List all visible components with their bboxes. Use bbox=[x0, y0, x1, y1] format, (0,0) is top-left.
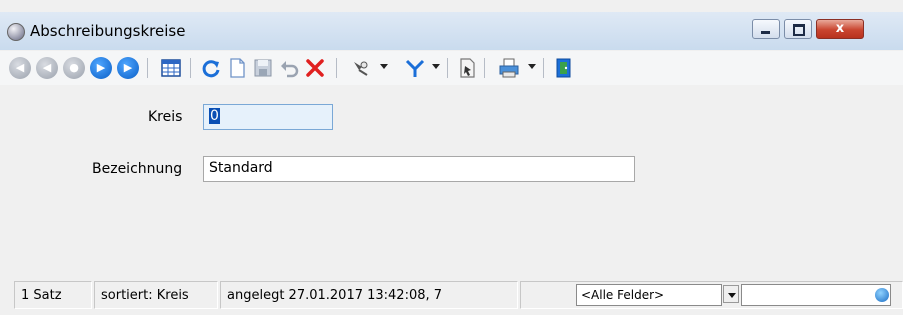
previous-record-icon[interactable]: ● bbox=[63, 57, 85, 79]
field-filter-select[interactable]: <Alle Felder> bbox=[576, 284, 722, 306]
search-input[interactable] bbox=[741, 284, 891, 306]
record-count: 1 Satz bbox=[14, 281, 92, 309]
minimize-button[interactable] bbox=[752, 19, 780, 39]
kreis-label: Kreis bbox=[148, 109, 183, 125]
sort-status: sortiert: Kreis bbox=[94, 281, 218, 309]
created-timestamp: angelegt 27.01.2017 13:42:08, 7 bbox=[220, 281, 518, 309]
print-icon[interactable] bbox=[498, 57, 520, 79]
maximize-button[interactable] bbox=[784, 19, 812, 39]
filter-icon[interactable] bbox=[404, 57, 426, 79]
bezeichnung-value: Standard bbox=[209, 160, 273, 176]
refresh-icon[interactable] bbox=[200, 57, 222, 79]
toolbar: ◀ ◀ ● ▶ ▶ bbox=[0, 51, 903, 85]
toolbar-separator bbox=[190, 58, 191, 78]
exit-icon[interactable] bbox=[552, 57, 574, 79]
export-icon[interactable] bbox=[456, 57, 478, 79]
toolbar-separator bbox=[447, 58, 448, 78]
next-record-icon[interactable]: ▶ bbox=[90, 57, 112, 79]
table-view-icon[interactable] bbox=[160, 57, 182, 79]
toolbar-separator bbox=[336, 58, 337, 78]
globe-search-icon[interactable] bbox=[875, 288, 889, 302]
first-record-icon[interactable]: ◀ bbox=[9, 57, 31, 79]
save-icon[interactable] bbox=[252, 57, 274, 79]
close-icon: x bbox=[835, 21, 845, 36]
toolbar-separator bbox=[147, 58, 148, 78]
minimize-icon bbox=[761, 31, 770, 34]
pin-icon[interactable] bbox=[350, 57, 372, 79]
close-button[interactable]: x bbox=[816, 19, 864, 39]
undo-icon[interactable] bbox=[278, 57, 300, 79]
bezeichnung-label: Bezeichnung bbox=[92, 161, 183, 177]
kreis-field[interactable]: 0 bbox=[203, 104, 333, 130]
toolbar-separator bbox=[484, 58, 485, 78]
previous-page-icon[interactable]: ◀ bbox=[36, 57, 58, 79]
app-orb-icon[interactable] bbox=[7, 23, 25, 41]
toolbar-separator bbox=[543, 58, 544, 78]
kreis-value: 0 bbox=[209, 108, 220, 124]
maximize-icon bbox=[793, 24, 805, 36]
filter-dropdown-arrow[interactable] bbox=[432, 64, 440, 69]
print-dropdown-arrow[interactable] bbox=[528, 64, 536, 69]
delete-icon[interactable] bbox=[304, 57, 326, 79]
status-bar: 1 Satz sortiert: Kreis angelegt 27.01.20… bbox=[14, 281, 903, 311]
field-filter-dropdown-button[interactable] bbox=[723, 285, 739, 303]
bezeichnung-field[interactable]: Standard bbox=[203, 156, 635, 182]
title-bar: Abschreibungskreise x bbox=[0, 12, 903, 50]
pin-dropdown-arrow[interactable] bbox=[380, 64, 388, 69]
new-record-icon[interactable] bbox=[226, 57, 248, 79]
record-form: Kreis 0 Bezeichnung Standard bbox=[0, 86, 903, 272]
window-title: Abschreibungskreise bbox=[30, 22, 186, 40]
window: Abschreibungskreise x ◀ ◀ ● ▶ ▶ Kreis 0 … bbox=[0, 0, 903, 315]
last-record-icon[interactable]: ▶ bbox=[117, 57, 139, 79]
